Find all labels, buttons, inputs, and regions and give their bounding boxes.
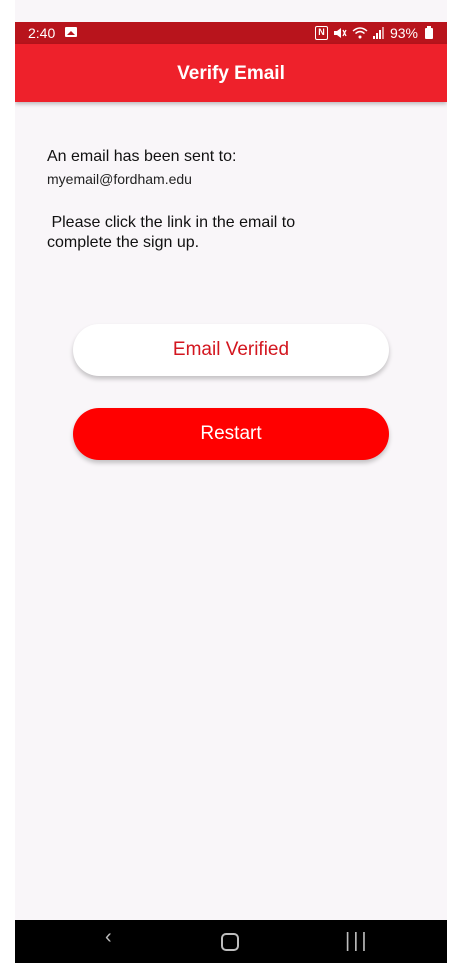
email-verified-button[interactable]: Email Verified xyxy=(73,324,389,376)
gallery-notification-icon xyxy=(65,27,77,37)
system-nav-bar: ‹ ||| xyxy=(15,920,447,963)
page-title: Verify Email xyxy=(177,63,285,84)
recents-icon[interactable]: ||| xyxy=(345,930,370,953)
mute-icon xyxy=(333,28,347,38)
wifi-icon xyxy=(352,27,368,39)
app-bar: Verify Email xyxy=(15,44,447,102)
status-icons: N 93% xyxy=(314,25,433,41)
email-address: myemail@fordham.edu xyxy=(47,171,192,187)
instructions-text: Please click the link in the email to co… xyxy=(47,214,296,251)
status-time: 2:40 xyxy=(28,25,56,41)
phone-screen: 2:40 N 93% Verify Email An email has bee… xyxy=(15,0,447,963)
battery-icon xyxy=(425,25,433,39)
home-icon[interactable] xyxy=(221,933,239,951)
back-icon[interactable]: ‹ xyxy=(105,926,112,949)
signal-icon xyxy=(372,27,384,39)
status-bar: 2:40 N 93% xyxy=(15,22,447,44)
nfc-icon: N xyxy=(314,26,328,40)
battery-percent: 93% xyxy=(389,25,418,41)
email-sent-label: An email has been sent to: xyxy=(47,148,237,165)
restart-button[interactable]: Restart xyxy=(73,408,389,460)
